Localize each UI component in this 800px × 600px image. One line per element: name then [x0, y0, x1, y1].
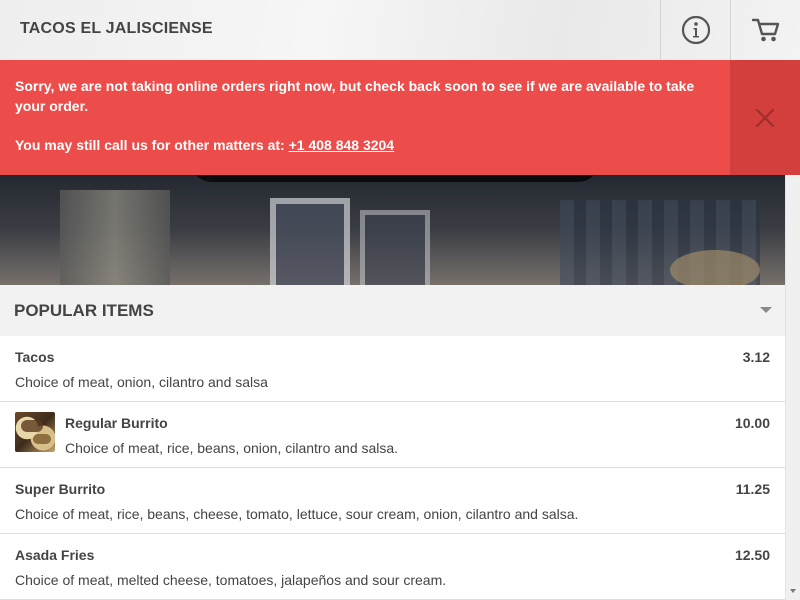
- item-name: Tacos: [15, 349, 55, 365]
- item-thumbnail: [15, 412, 55, 452]
- cart-icon: [751, 18, 779, 42]
- item-name: Regular Burrito: [65, 415, 168, 431]
- section-title: POPULAR ITEMS: [14, 301, 154, 320]
- item-name: Super Burrito: [15, 481, 106, 497]
- info-icon: [681, 15, 710, 45]
- item-price: 3.12: [742, 349, 770, 365]
- item-description: Choice of meat, rice, beans, onion, cila…: [65, 440, 399, 456]
- menu-item[interactable]: Super Burrito Choice of meat, rice, bean…: [0, 468, 785, 534]
- popular-items-header[interactable]: POPULAR ITEMS: [0, 285, 785, 336]
- alert-close-button[interactable]: [730, 60, 800, 175]
- item-name: Asada Fries: [15, 547, 95, 563]
- item-description: Choice of meat, onion, cilantro and sals…: [15, 374, 268, 390]
- closed-orders-alert: Sorry, we are not taking online orders r…: [0, 60, 730, 175]
- hero-food: [670, 250, 760, 285]
- phone-link[interactable]: +1 408 848 3204: [289, 137, 395, 153]
- item-price: 10.00: [734, 415, 770, 431]
- cart-button[interactable]: [730, 0, 800, 60]
- alert-call-prefix: You may still call us for other matters …: [15, 137, 289, 153]
- menu-item[interactable]: Regular Burrito Choice of meat, rice, be…: [0, 402, 785, 468]
- site-header: TACOS EL JALISCIENSE: [0, 0, 800, 60]
- item-description: Choice of meat, melted cheese, tomatoes,…: [15, 572, 447, 588]
- menu-item[interactable]: Asada Fries Choice of meat, melted chees…: [0, 534, 785, 600]
- caret-down-icon: [760, 307, 772, 313]
- alert-call-line: You may still call us for other matters …: [15, 135, 715, 155]
- menu-item[interactable]: Tacos Choice of meat, onion, cilantro an…: [0, 336, 785, 402]
- item-price: 11.25: [735, 481, 770, 497]
- info-button[interactable]: [660, 0, 730, 60]
- alert-message: Sorry, we are not taking online orders r…: [15, 78, 695, 114]
- close-icon: [755, 108, 775, 127]
- item-price: 12.50: [734, 547, 770, 563]
- hero-door: [360, 210, 430, 285]
- item-description: Choice of meat, rice, beans, cheese, tom…: [15, 506, 579, 522]
- scroll-down-arrow-icon[interactable]: [790, 589, 796, 593]
- hero-door: [270, 198, 350, 285]
- hero-door: [60, 190, 170, 285]
- brand-name[interactable]: TACOS EL JALISCIENSE: [20, 20, 213, 38]
- menu-item-list: Tacos Choice of meat, onion, cilantro an…: [0, 336, 785, 600]
